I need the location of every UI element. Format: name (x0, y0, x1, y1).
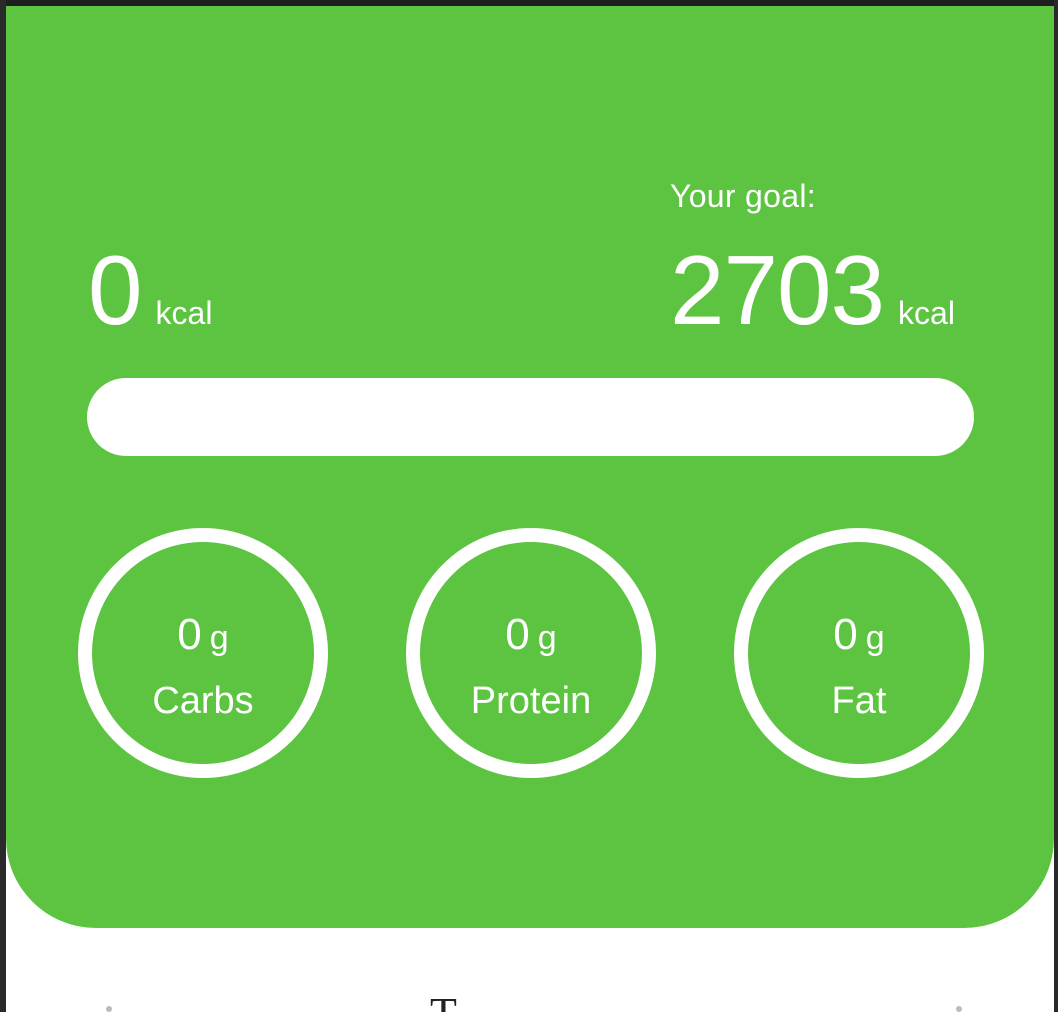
macro-amount: 0 g (92, 610, 314, 660)
goal-unit: kcal (898, 295, 955, 331)
goal-calories: 2703 kcal (670, 240, 955, 340)
calorie-summary-card (6, 6, 1054, 928)
window-frame-right (1054, 0, 1058, 1012)
calorie-progress-bar (87, 378, 974, 456)
macro-unit: g (865, 619, 885, 657)
consumed-unit: kcal (155, 295, 213, 331)
macro-carbs[interactable]: 0 g Carbs (78, 528, 328, 778)
macro-unit: g (537, 619, 557, 657)
macro-amount: 0 g (748, 610, 970, 660)
macro-protein[interactable]: 0 g Protein (406, 528, 656, 778)
consumed-calories: 0 kcal (88, 240, 212, 340)
macro-value: 0 (505, 610, 530, 659)
macro-name: Carbs (152, 680, 254, 722)
screen: Your goal: 0 kcal 2703 kcal 0 g Carbs 0 … (0, 0, 1058, 1012)
goal-label: Your goal: (670, 178, 816, 214)
goal-value: 2703 (670, 235, 885, 345)
section-title-partial: T (430, 988, 457, 1012)
section-dot (956, 1006, 962, 1012)
macro-value: 0 (177, 610, 202, 659)
macro-value: 0 (833, 610, 858, 659)
section-dot (106, 1006, 112, 1012)
macro-fat[interactable]: 0 g Fat (734, 528, 984, 778)
macro-amount: 0 g (420, 610, 642, 660)
macro-name: Protein (470, 680, 592, 722)
macro-name: Fat (831, 680, 887, 722)
macro-unit: g (209, 619, 229, 657)
consumed-value: 0 (88, 235, 143, 345)
